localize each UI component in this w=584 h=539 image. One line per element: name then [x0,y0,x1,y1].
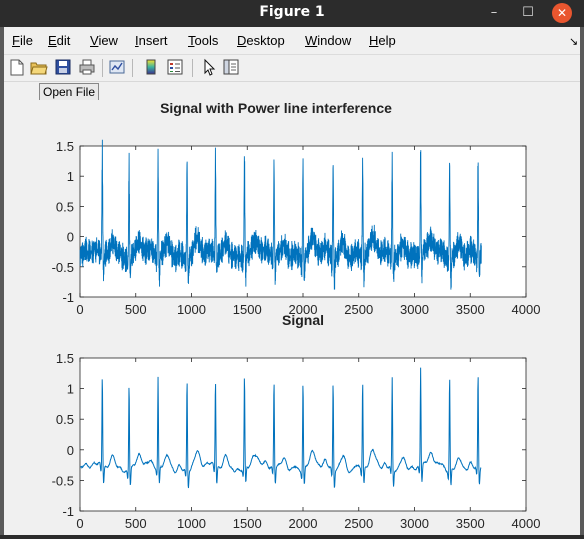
toolbar [4,54,580,82]
menu-edit[interactable]: Edit [48,33,70,48]
property-inspector-icon[interactable] [222,58,240,76]
menubar: File Edit View Insert Tools Desktop Wind… [4,30,580,52]
y-tick-label: 1.5 [56,351,74,366]
axes-top: Signal with Power line interference 0 500… [52,100,541,317]
print-icon[interactable] [78,58,96,76]
y-tick-label: -1 [62,290,74,305]
maximize-button[interactable]: ☐ [518,3,538,23]
x-tick-label: 1000 [177,302,206,317]
colorbar-icon[interactable] [142,58,160,76]
x-tick-label: 3500 [456,516,485,531]
x-tick-label: 4000 [512,302,541,317]
figure-svg: Signal with Power line interference 0 500… [52,100,541,531]
y-tick-label: 0 [67,443,74,458]
x-tick-label: 0 [76,516,83,531]
toolbar-separator [132,59,133,77]
dock-arrow-icon[interactable]: ↘ [569,35,578,48]
chart-title: Signal [282,312,324,328]
x-tick-label: 2500 [344,516,373,531]
y-tick-label: 1 [67,169,74,184]
menu-tools[interactable]: Tools [188,33,218,48]
menu-window[interactable]: Window [305,33,351,48]
x-tick-label: 2500 [344,302,373,317]
minimize-button[interactable]: – [484,3,504,23]
x-tick-label: 3000 [400,516,429,531]
link-plot-icon[interactable] [108,58,126,76]
new-figure-icon[interactable] [8,58,26,76]
y-tick-label: 0.5 [56,412,74,427]
close-button[interactable]: ✕ [552,3,572,23]
legend-icon[interactable] [166,58,184,76]
y-tick-label: 0.5 [56,199,74,214]
x-tick-label: 500 [125,302,147,317]
x-tick-label: 500 [125,516,147,531]
open-file-icon[interactable] [30,58,48,76]
toolbar-separator [102,59,103,77]
x-tick-label: 2000 [289,516,318,531]
pointer-icon[interactable] [200,58,218,76]
menu-insert[interactable]: Insert [135,33,168,48]
y-tick-label: 1 [67,382,74,397]
x-tick-label: 0 [76,302,83,317]
toolbar-separator [192,59,193,77]
chart-title: Signal with Power line interference [160,100,392,116]
figure-canvas: Signal with Power line interference 0 500… [4,100,580,535]
x-tick-label: 1000 [177,516,206,531]
menu-file[interactable]: File [12,33,33,48]
y-tick-label: -0.5 [52,473,74,488]
x-tick-label: 3000 [400,302,429,317]
y-tick-label: 0 [67,230,74,245]
menu-view[interactable]: View [90,33,118,48]
y-tick-label: 1.5 [56,139,74,154]
save-icon[interactable] [54,58,72,76]
toolbar-tooltip: Open File [39,83,100,101]
menu-help[interactable]: Help [369,33,396,48]
y-tick-label: -0.5 [52,260,74,275]
figure-window: File Edit View Insert Tools Desktop Wind… [4,27,580,535]
y-tick-label: -1 [62,504,74,519]
background-window-edge-right [580,27,584,535]
x-tick-label: 1500 [233,302,262,317]
x-tick-label: 3500 [456,302,485,317]
x-tick-label: 1500 [233,516,262,531]
axes-bottom: Signal 0 500 1000 1500 2000 2500 3000 3500 4000 -… [52,312,541,531]
window-titlebar: Figure 1 – ☐ ✕ [0,0,584,27]
x-tick-label: 4000 [512,516,541,531]
menu-desktop[interactable]: Desktop [237,33,285,48]
